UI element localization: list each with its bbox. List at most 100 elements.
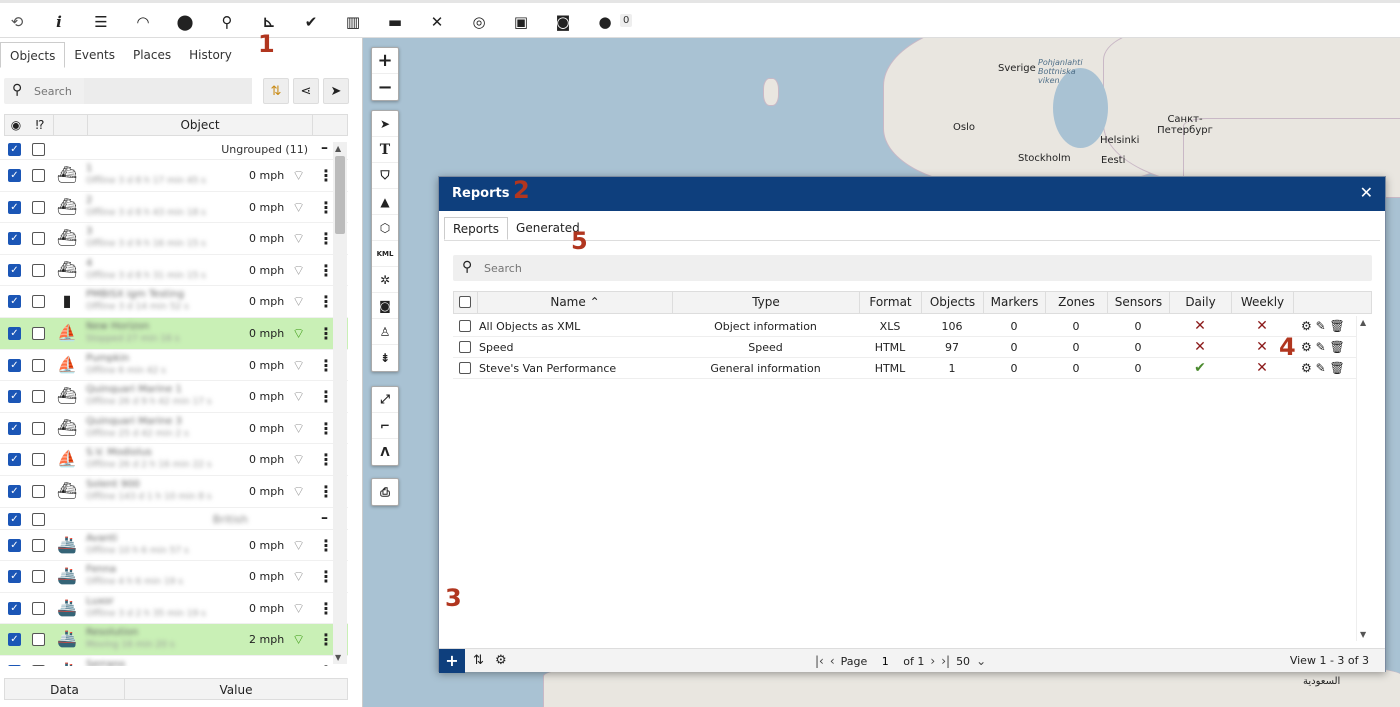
more-icon[interactable]: ⋮ [318,166,334,185]
format-column-header[interactable]: Format [860,292,922,313]
object-list-scrollbar[interactable]: ▲ ▼ [333,142,347,664]
generate-icon[interactable]: ⚙ [1301,319,1312,333]
visible-checkbox[interactable]: ✓ [8,601,21,615]
follow-checkbox[interactable] [32,295,45,309]
follow-checkbox[interactable] [32,664,45,666]
tools-icon[interactable]: ✕ [426,11,448,33]
follow-checkbox[interactable] [32,263,45,277]
generate-icon[interactable]: ⚙ [1301,361,1312,375]
camera-tool[interactable]: ◙ [372,293,398,319]
more-icon[interactable]: ⋮ [318,630,334,649]
first-page-icon[interactable]: |‹ [815,654,824,668]
delete-icon[interactable]: 🗑 [1329,361,1344,375]
more-icon[interactable]: ⋮ [318,387,334,406]
more-icon[interactable]: ⋮ [318,198,334,217]
visible-checkbox[interactable]: ✓ [8,633,21,647]
database-icon[interactable]: ◎ [468,11,490,33]
follow-checkbox[interactable] [32,421,45,435]
list-item[interactable]: ✓ ⛴ 3 Offline 3 d 9 h 16 min 15 s 0 mph ⌔ ⋮ [0,223,348,255]
reports-search-input[interactable] [484,259,684,277]
objects-column-header[interactable]: Objects [922,292,984,313]
follow-icon[interactable]: ⁉ [27,118,53,132]
add-object-button[interactable]: ➤ [323,78,349,104]
list-item[interactable]: ✓ ⛴ 2 Offline 3 d 8 h 43 min 18 s 0 mph ⌔ ⋮ [0,192,348,224]
tab-events[interactable]: Events [65,42,124,68]
list-item[interactable]: ✓ ⛵ Pumpkin Offline 6 min 42 s 0 mph ⌔ ⋮ [0,350,348,382]
book-icon[interactable]: ▥ [342,11,364,33]
more-icon[interactable]: ⋮ [318,324,334,343]
follow-checkbox[interactable] [32,200,45,214]
collapse-icon[interactable]: – [321,140,328,156]
type-column-header[interactable]: Type [673,292,860,313]
more-icon[interactable]: ⋮ [318,229,334,248]
markers-column-header[interactable]: Markers [984,292,1046,313]
follow-checkbox[interactable] [32,570,45,584]
table-row[interactable]: Steve's Van Performance General informati… [453,358,1356,379]
visible-checkbox[interactable]: ✓ [8,200,21,214]
logo-icon[interactable]: ⟲ [6,11,28,33]
code-window-icon[interactable]: ▣ [510,11,532,33]
tab-history[interactable]: History [180,42,241,68]
zones-column-header[interactable]: Zones [1046,292,1108,313]
visible-checkbox[interactable]: ✓ [8,570,21,584]
visible-checkbox[interactable]: ✓ [8,453,21,467]
compass-tool[interactable]: Λ [372,439,398,465]
more-icon[interactable]: ⋮ [318,662,334,666]
visible-checkbox[interactable]: ✓ [8,143,21,156]
refresh-button[interactable]: ⇅ [263,78,289,104]
navigate-tool[interactable]: ➤ [372,111,398,137]
shield-tool[interactable]: ⛉ [372,163,398,189]
visible-checkbox[interactable]: ✓ [8,169,21,182]
list-item[interactable]: ✓ ▮ PMBISX igm Testing Offline 3 d 14 min 5… [0,286,348,318]
reports-scrollbar[interactable]: ▲ ▼ [1356,316,1370,641]
scroll-down-icon[interactable]: ▼ [1360,630,1366,639]
more-icon[interactable]: ⋮ [318,450,334,469]
visible-checkbox[interactable]: ✓ [8,512,21,526]
daily-column-header[interactable]: Daily [1170,292,1232,313]
ruler-tool[interactable]: ⌐ [372,413,398,439]
visible-checkbox[interactable]: ✓ [8,538,21,552]
list-item[interactable]: ✓ ⛴ Solent 900 Offline 143 d 1 h 10 min 8 s… [0,476,348,508]
list-item[interactable]: ✓ 🚢 Serrano ⌔ ⋮ [0,656,348,666]
share-button[interactable]: ⋖ [293,78,319,104]
group-row-british[interactable]: ✓ British – [0,508,348,530]
sensors-column-header[interactable]: Sensors [1108,292,1170,313]
scroll-up-icon[interactable]: ▲ [335,144,341,153]
list-item[interactable]: ✓ ⛴ 1 Offline 3 d 8 h 17 min 45 s 0 mph ⌔ ⋮ [0,160,348,192]
table-row[interactable]: Speed Speed HTML 97 0 0 0 ✕ ✕ ⚙ ✎ 🗑 [453,337,1356,358]
settings-icon[interactable]: ⚙ [495,653,507,668]
camera-icon[interactable]: ◙ [552,11,574,33]
name-column-header[interactable]: Name ⌃ [478,292,673,313]
search-icon[interactable]: ⚲ [216,11,238,33]
check-icon[interactable]: ✔ [300,11,322,33]
cluster-tool[interactable]: ✲ [372,267,398,293]
follow-checkbox[interactable] [32,601,45,615]
object-search-input[interactable] [34,82,84,100]
visible-checkbox[interactable]: ✓ [8,421,21,435]
list-item[interactable]: ✓ ⛴ Quinquari Marine 1 Offline 26 d 9 h 42 … [0,381,348,413]
speedometer-icon[interactable]: ◠ [132,11,154,33]
visible-checkbox[interactable]: ✓ [8,232,21,246]
scroll-thumb[interactable] [335,156,345,234]
more-icon[interactable]: ⋮ [318,482,334,501]
tab-places[interactable]: Places [124,42,180,68]
more-icon[interactable]: ⋮ [318,536,334,555]
zoom-in-button[interactable]: + [372,48,398,74]
chevron-down-icon[interactable]: ⌄ [976,654,986,668]
row-checkbox[interactable] [459,362,471,374]
follow-checkbox[interactable] [32,633,45,647]
list-item[interactable]: ✓ ⛴ Quinquari Marine 3 Offline 25 d 42 min … [0,413,348,445]
last-page-icon[interactable]: ›| [941,654,950,668]
marker-icon[interactable]: ⬤ [174,11,196,33]
chat-icon[interactable]: ● [594,11,616,33]
per-page-select[interactable]: 50 [956,655,970,668]
follow-checkbox[interactable] [32,512,45,526]
more-icon[interactable]: ⋮ [318,261,334,280]
eye-icon[interactable]: ◉ [5,118,27,132]
visible-checkbox[interactable]: ✓ [8,484,21,498]
sliders-icon[interactable]: ☰ [90,11,112,33]
scroll-down-icon[interactable]: ▼ [335,653,341,662]
list-item[interactable]: ✓ ⛴ 4 Offline 3 d 8 h 31 min 15 s 0 mph ⌔ ⋮ [0,255,348,287]
info-icon[interactable]: i [48,11,70,33]
object-column-header[interactable]: Object [87,114,313,136]
